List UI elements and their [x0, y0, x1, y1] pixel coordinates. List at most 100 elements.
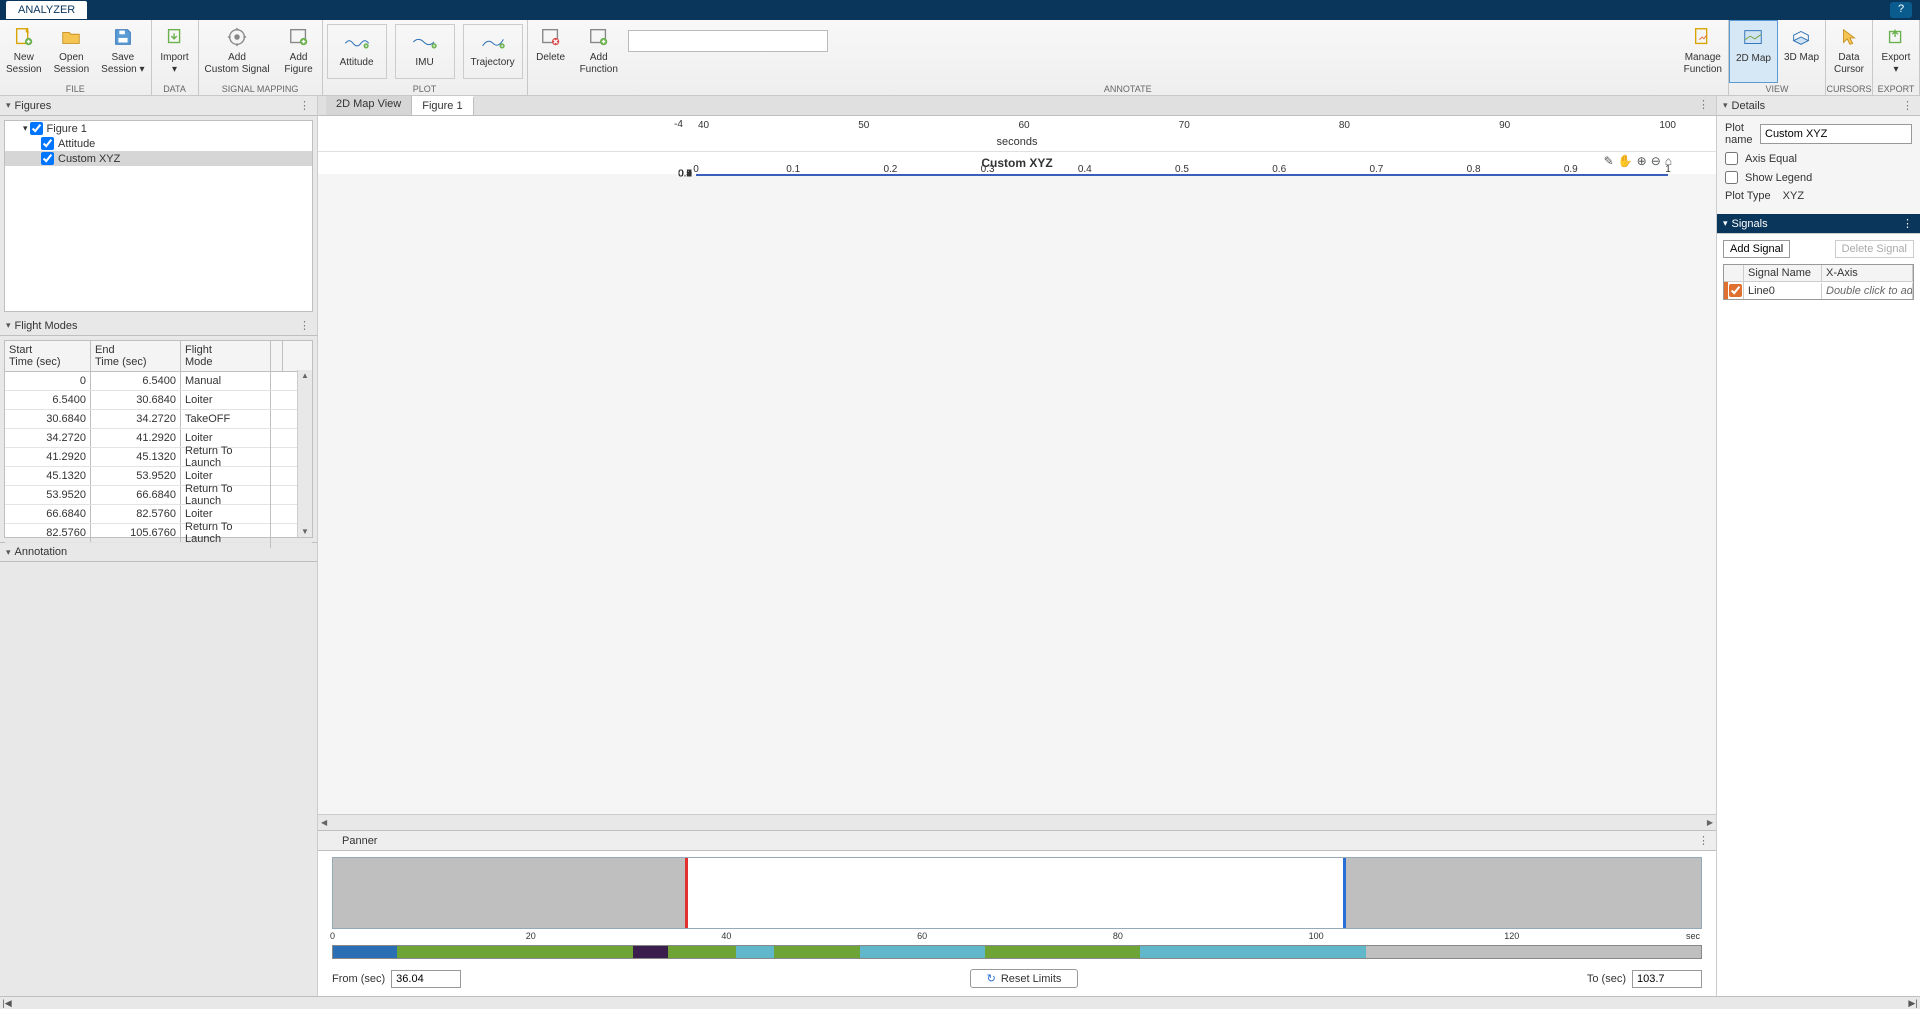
delete-annotation-button[interactable]: Delete	[528, 20, 574, 83]
panner-title: Panner	[342, 835, 377, 847]
data-group-label: DATA	[152, 83, 198, 95]
import-button[interactable]: Import▾	[152, 20, 198, 83]
panner-from-label: From (sec)	[332, 973, 385, 985]
tree-custom-xyz[interactable]: Custom XYZ	[5, 151, 312, 166]
panner-window[interactable]	[685, 858, 1346, 928]
tab-2d-map-view[interactable]: 2D Map View	[326, 96, 412, 115]
export-label: Export▾	[1882, 52, 1911, 75]
axis-equal-checkbox[interactable]	[1725, 152, 1738, 165]
plot-type-value: XYZ	[1783, 190, 1804, 202]
attitude-plot-label: Attitude	[340, 57, 374, 69]
axis-tick: 40	[698, 120, 709, 131]
details-menu-icon[interactable]: ⋮	[1902, 99, 1914, 112]
panner-tick: 0	[330, 931, 335, 941]
zoom-in-icon[interactable]: ⊕	[1637, 154, 1647, 168]
flight-modes-title: Flight Modes	[15, 320, 78, 332]
table-row[interactable]: 53.952066.6840Return To Launch	[5, 486, 312, 505]
help-button[interactable]: ?	[1890, 2, 1912, 18]
signals-menu-icon[interactable]: ⋮	[1902, 217, 1914, 230]
pan-icon[interactable]: ✋	[1618, 154, 1633, 168]
plot-name-input[interactable]	[1760, 124, 1912, 144]
show-legend-checkbox[interactable]	[1725, 171, 1738, 184]
table-row[interactable]: 6.540030.6840Loiter	[5, 391, 312, 410]
upper-strip-axis-label: seconds	[318, 136, 1716, 148]
annotation-title: Annotation	[15, 546, 68, 558]
trajectory-plot-button[interactable]: Trajectory	[463, 24, 523, 79]
annotation-text-input[interactable]	[628, 30, 828, 52]
flight-modes-panel-header[interactable]: ▾ Flight Modes ⋮	[0, 316, 317, 336]
table-row[interactable]: 82.5760105.6760Return To Launch	[5, 524, 312, 543]
import-icon	[162, 24, 188, 50]
figure1-checkbox[interactable]	[30, 122, 43, 135]
zoom-out-icon[interactable]: ⊖	[1651, 154, 1661, 168]
delete-annotation-label: Delete	[536, 52, 565, 64]
panner-unit-label: sec	[1686, 931, 1700, 941]
delete-icon	[538, 24, 564, 50]
add-custom-signal-button[interactable]: AddCustom Signal	[199, 20, 276, 83]
table-row[interactable]: 30.684034.2720TakeOFF	[5, 410, 312, 429]
collapse-icon: ▾	[1723, 218, 1728, 229]
axis-tick: 100	[1659, 120, 1676, 131]
2d-map-button[interactable]: 2D Map	[1729, 20, 1778, 83]
figures-menu-icon[interactable]: ⋮	[299, 99, 311, 112]
axis-tick: 60	[1018, 120, 1029, 131]
imu-plot-button[interactable]: IMU	[395, 24, 455, 79]
reset-icon: ↻	[987, 972, 996, 985]
add-function-button[interactable]: AddFunction	[574, 20, 624, 83]
fm-header-mode: Flight Mode	[181, 341, 271, 371]
panner-segment	[860, 946, 984, 958]
tree-figure1[interactable]: ▾ Figure 1	[5, 121, 312, 136]
manage-function-button[interactable]: ManageFunction	[1678, 20, 1728, 83]
brush-icon[interactable]: ✎	[1604, 154, 1614, 168]
sig-header-name: Signal Name	[1744, 265, 1822, 281]
tab-figure-1[interactable]: Figure 1	[412, 96, 473, 115]
view-group-label: VIEW	[1729, 83, 1825, 95]
details-title: Details	[1732, 100, 1766, 112]
panner-colorbar	[332, 945, 1702, 959]
show-legend-label: Show Legend	[1745, 172, 1812, 184]
custom-xyz-checkbox[interactable]	[41, 152, 54, 165]
figures-panel-header[interactable]: ▾ Figures ⋮	[0, 96, 317, 116]
attitude-plot-button[interactable]: Attitude	[327, 24, 387, 79]
x-tick: 0.1	[786, 164, 800, 175]
details-panel-header[interactable]: ▾ Details ⋮	[1717, 96, 1920, 116]
attitude-checkbox[interactable]	[41, 137, 54, 150]
add-figure-button[interactable]: AddFigure	[276, 20, 322, 83]
attitude-label: Attitude	[58, 138, 95, 150]
open-session-button[interactable]: OpenSession	[48, 20, 96, 83]
collapse-icon: ▾	[6, 100, 11, 111]
delete-signal-button[interactable]: Delete Signal	[1835, 240, 1914, 258]
panner-menu-icon[interactable]: ⋮	[1698, 834, 1710, 847]
center-tabs-menu-icon[interactable]: ⋮	[1692, 96, 1716, 115]
tree-attitude[interactable]: Attitude	[5, 136, 312, 151]
panner-segment	[736, 946, 774, 958]
bottom-strip: |◀ ▶|	[0, 996, 1920, 1009]
signal-row[interactable]: Line0Double click to add signal	[1724, 281, 1913, 299]
signals-panel-header[interactable]: ▾ Signals ⋮	[1717, 214, 1920, 233]
table-row[interactable]: 41.292045.1320Return To Launch	[5, 448, 312, 467]
panner-to-input[interactable]	[1632, 970, 1702, 988]
reset-limits-button[interactable]: ↻ Reset Limits	[970, 969, 1079, 988]
data-cursor-button[interactable]: DataCursor	[1826, 20, 1872, 83]
3d-map-button[interactable]: 3D Map	[1778, 20, 1825, 83]
cursors-group-label: CURSORS	[1826, 83, 1872, 95]
collapse-left-icon[interactable]: |◀	[0, 997, 14, 1009]
new-session-button[interactable]: NewSession	[0, 20, 48, 83]
table-row[interactable]: 06.5400Manual	[5, 372, 312, 391]
sig-header-xaxis: X-Axis	[1822, 265, 1913, 281]
3d-map-icon	[1788, 24, 1814, 50]
flight-modes-menu-icon[interactable]: ⋮	[299, 319, 311, 332]
horizontal-scrollbar[interactable]	[318, 814, 1716, 830]
chart-area[interactable]: Custom XYZ ✎ ✋ ⊕ ⊖ ⌂ 00.10.20.30.40.50.6…	[318, 152, 1716, 174]
signal-checkbox[interactable]	[1729, 284, 1742, 297]
save-session-button[interactable]: SaveSession ▾	[95, 20, 150, 83]
panner-segment	[985, 946, 1140, 958]
collapse-right-icon[interactable]: ▶|	[1906, 997, 1920, 1009]
add-signal-button[interactable]: Add Signal	[1723, 240, 1790, 258]
panner-from-input[interactable]	[391, 970, 461, 988]
panner-track[interactable]	[332, 857, 1702, 929]
sig-header-check	[1724, 265, 1744, 281]
analyzer-tab[interactable]: ANALYZER	[6, 1, 87, 19]
flight-modes-scrollbar[interactable]	[297, 370, 312, 537]
export-button[interactable]: Export▾	[1873, 20, 1919, 83]
